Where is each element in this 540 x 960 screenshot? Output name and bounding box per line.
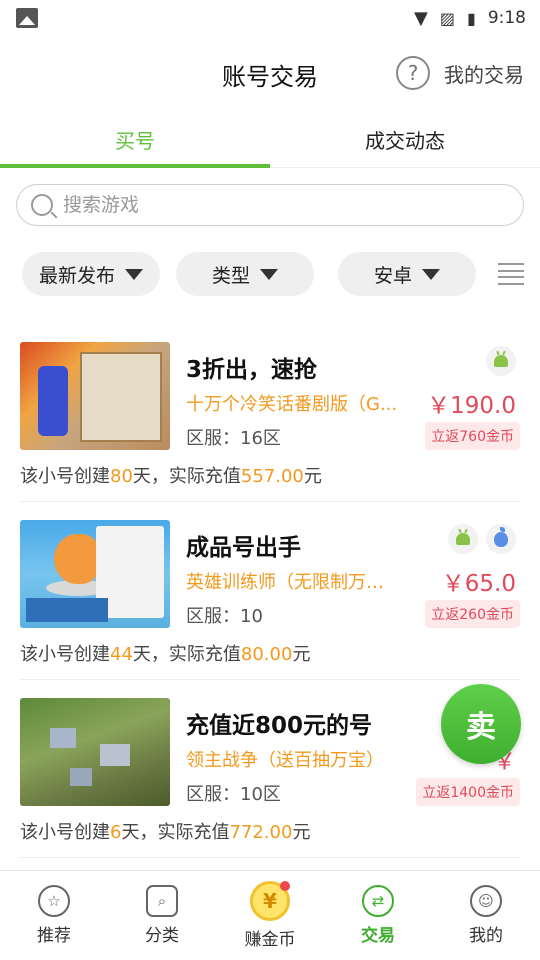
filter-type[interactable]: 类型 <box>176 252 314 296</box>
filter-platform-label: 安卓 <box>373 264 412 287</box>
tab-buy[interactable]: 买号 <box>0 112 270 168</box>
list-item[interactable]: 成品号出手 英雄训练师（无限制万抽... 区服：10 ￥65.0 立返260金币… <box>20 502 520 680</box>
caret-down-icon <box>125 268 143 280</box>
notification-dot <box>280 881 290 891</box>
wifi-icon: ▼ <box>414 7 428 29</box>
server-info: 区服：16区 <box>186 428 281 449</box>
my-trade-label[interactable]: 我的交易 <box>444 59 524 88</box>
listing-price: ￥65.0 <box>441 571 516 597</box>
filter-type-label: 类型 <box>211 264 250 287</box>
star-icon: ☆ <box>38 885 70 917</box>
game-thumbnail <box>20 342 170 450</box>
bottom-nav: ☆ 推荐 ⌕ 分类 ¥ 赚金币 ⇄ 交易 ☺ 我的 <box>0 870 540 960</box>
listing-price: ￥190.0 <box>427 393 516 419</box>
nav-trade[interactable]: ⇄ 交易 <box>324 871 432 960</box>
nav-label: 交易 <box>361 926 395 946</box>
rebate-badge: 立返260金币 <box>425 600 520 628</box>
game-thumbnail <box>20 520 170 628</box>
nav-category[interactable]: ⌕ 分类 <box>108 871 216 960</box>
filter-sort-label: 最新发布 <box>38 264 115 287</box>
sell-button[interactable]: 卖 <box>441 684 521 764</box>
nav-label: 赚金币 <box>244 930 296 950</box>
apple-icon <box>486 524 516 554</box>
tab-bar: 买号 成交动态 <box>0 112 540 168</box>
list-item[interactable]: 3折出，速抢 十万个冷笑话番剧版（G... 区服：16区 ￥190.0 立返76… <box>20 324 520 502</box>
page-header: 账号交易 ? 我的交易 <box>0 36 540 112</box>
server-info: 区服：10 <box>186 606 263 627</box>
server-info: 区服：10区 <box>186 784 281 805</box>
listing-description: 该小号创建44天，实际充值80.00元 <box>20 644 311 665</box>
no-sim-icon: ▨ <box>439 8 455 28</box>
game-thumbnail <box>20 698 170 806</box>
list-view-icon[interactable] <box>498 263 524 285</box>
tab-deals[interactable]: 成交动态 <box>270 112 540 167</box>
game-name: 英雄训练师（无限制万抽... <box>186 572 398 593</box>
rebate-badge: 立返1400金币 <box>416 778 520 806</box>
platform-icons <box>448 524 516 554</box>
profile-icon: ☺ <box>470 885 502 917</box>
category-search-icon: ⌕ <box>146 885 178 917</box>
filter-bar: 最新发布 类型 安卓 <box>0 252 540 296</box>
status-time: 9:18 <box>487 8 526 28</box>
search-icon <box>31 194 53 216</box>
search-bar[interactable] <box>16 184 524 226</box>
page-title: 账号交易 <box>222 62 318 91</box>
game-name: 领主战争（送百抽万宝） <box>186 750 384 771</box>
battery-icon: ▮ <box>467 8 476 28</box>
caret-down-icon <box>422 268 440 280</box>
nav-label: 分类 <box>145 926 179 946</box>
listing-description: 该小号创建6天，实际充值772.00元 <box>20 822 311 843</box>
trade-icon: ⇄ <box>362 885 394 917</box>
listing-title: 成品号出手 <box>186 535 301 561</box>
my-trade-link[interactable]: ? 我的交易 <box>396 56 524 90</box>
nav-earn-coins[interactable]: ¥ 赚金币 <box>216 871 324 960</box>
nav-label: 我的 <box>469 926 503 946</box>
listing-description: 该小号创建80天，实际充值557.00元 <box>20 466 322 487</box>
nav-recommend[interactable]: ☆ 推荐 <box>0 871 108 960</box>
listing-list: 3折出，速抢 十万个冷笑话番剧版（G... 区服：16区 ￥190.0 立返76… <box>0 324 540 890</box>
search-input[interactable] <box>63 194 523 216</box>
platform-icons <box>486 346 516 376</box>
game-name: 十万个冷笑话番剧版（G... <box>186 394 398 415</box>
image-notification-icon <box>16 8 38 28</box>
android-icon <box>486 346 516 376</box>
nav-label: 推荐 <box>37 926 71 946</box>
android-icon <box>448 524 478 554</box>
filter-sort[interactable]: 最新发布 <box>22 252 160 296</box>
help-icon[interactable]: ? <box>396 56 430 90</box>
nav-mine[interactable]: ☺ 我的 <box>432 871 540 960</box>
filter-platform[interactable]: 安卓 <box>338 252 476 296</box>
listing-title: 充值近800元的号 <box>186 713 373 739</box>
listing-title: 3折出，速抢 <box>186 357 318 383</box>
status-bar: ▼ ▨ ▮ 9:18 <box>0 0 540 36</box>
caret-down-icon <box>260 268 278 280</box>
rebate-badge: 立返760金币 <box>425 422 520 450</box>
